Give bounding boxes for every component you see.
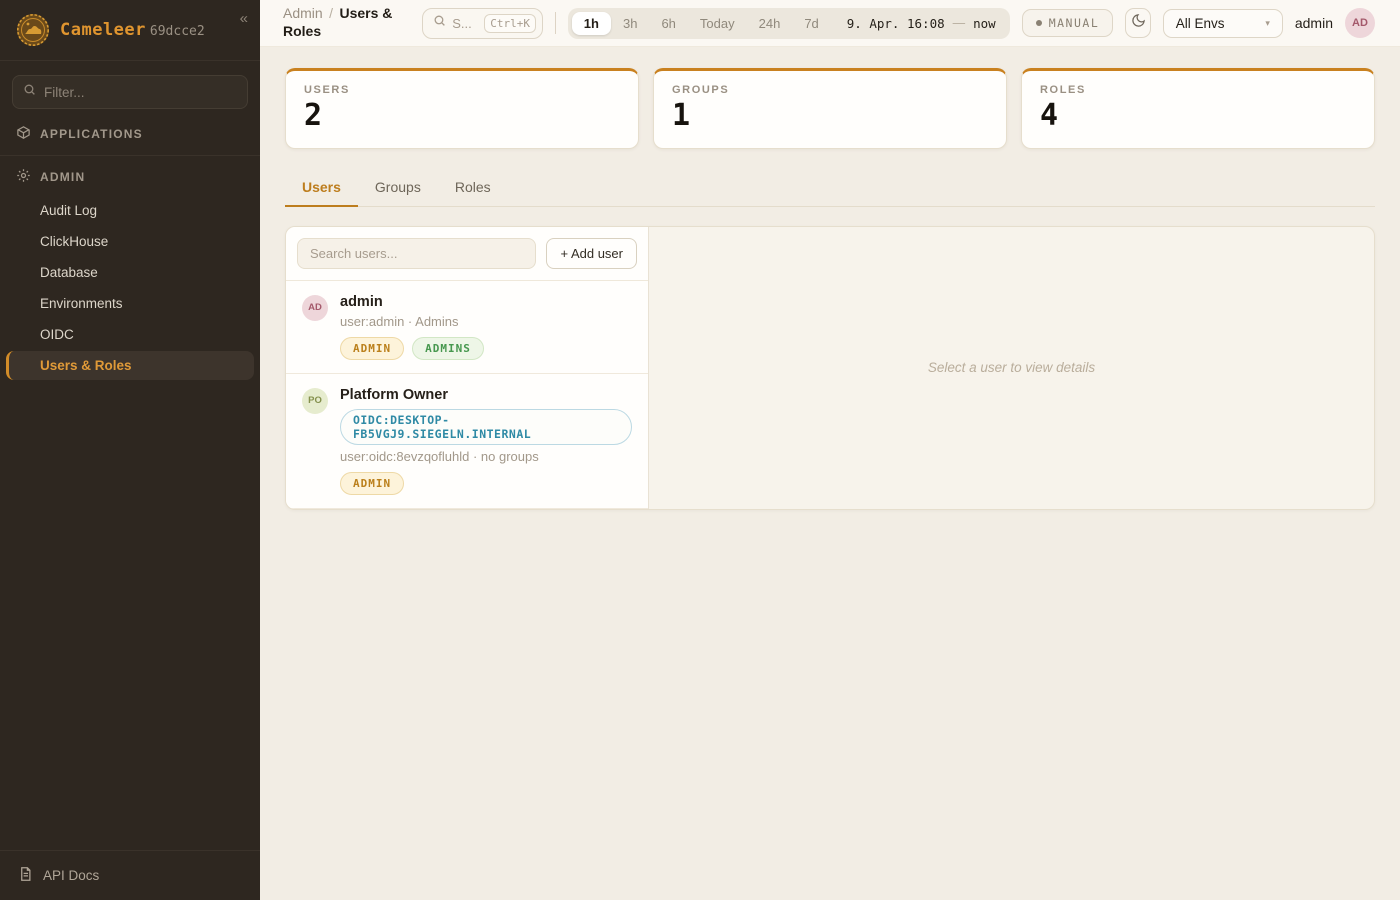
time-range-to[interactable]: now (973, 16, 996, 31)
time-range-control: 1h 3h 6h Today 24h 7d 9. Apr. 16:08 — no… (568, 8, 1010, 39)
tab-users[interactable]: Users (285, 170, 358, 207)
user-meta: user:admin · Admins (340, 314, 484, 329)
role-badge: ADMIN (340, 337, 404, 360)
sidebar-item-oidc[interactable]: OIDC (6, 320, 254, 349)
user-row-admin[interactable]: AD admin user:admin · Admins ADMIN ADMIN… (286, 281, 648, 374)
time-range-24h[interactable]: 24h (747, 12, 793, 35)
tab-roles[interactable]: Roles (438, 170, 508, 207)
environment-select[interactable]: All Envs ▾ (1163, 9, 1283, 38)
gear-icon (16, 168, 31, 186)
document-icon (18, 866, 33, 885)
refresh-mode-badge[interactable]: MANUAL (1022, 9, 1114, 37)
sidebar-item-environments[interactable]: Environments (6, 289, 254, 318)
user-name: Platform Owner (340, 387, 632, 403)
sidebar: Cameleer 69dcce2 « APPLICATIONS ADMIN Aud… (0, 0, 260, 900)
user-avatar: AD (302, 295, 328, 321)
tab-groups[interactable]: Groups (358, 170, 438, 207)
users-panel: + Add user AD admin user:admin · Admins … (285, 226, 1375, 510)
chevron-down-icon: ▾ (1265, 18, 1270, 29)
main-area: Admin / Users & Roles Ctrl+K 1h 3h 6h To… (260, 0, 1400, 900)
user-row-platform-owner[interactable]: PO Platform Owner OIDC:DESKTOP-FB5VGJ9.S… (286, 374, 648, 509)
user-row-body: Platform Owner OIDC:DESKTOP-FB5VGJ9.SIEG… (340, 387, 632, 495)
stats-row: USERS 2 GROUPS 1 ROLES 4 (285, 68, 1375, 149)
app-root: Cameleer 69dcce2 « APPLICATIONS ADMIN Aud… (0, 0, 1400, 900)
search-icon (23, 83, 36, 101)
time-range-separator: — (953, 16, 966, 30)
api-docs-label: API Docs (43, 868, 99, 883)
add-user-button[interactable]: + Add user (546, 238, 637, 269)
build-version: 69dcce2 (150, 24, 205, 39)
global-search[interactable]: Ctrl+K (422, 8, 543, 39)
sidebar-item-database[interactable]: Database (6, 258, 254, 287)
empty-state-text: Select a user to view details (928, 360, 1095, 375)
global-search-input[interactable] (452, 16, 478, 31)
stat-label: ROLES (1040, 84, 1356, 96)
refresh-mode-label: MANUAL (1049, 16, 1100, 30)
time-range-today[interactable]: Today (688, 12, 747, 35)
current-user-name: admin (1295, 15, 1333, 31)
stat-value: 4 (1040, 99, 1356, 134)
moon-icon (1131, 13, 1146, 33)
sidebar-item-clickhouse[interactable]: ClickHouse (6, 227, 254, 256)
user-list-toolbar: + Add user (286, 227, 648, 281)
sidebar-header: Cameleer 69dcce2 « (0, 0, 260, 61)
user-detail-panel: Select a user to view details (649, 227, 1374, 509)
time-range-7d[interactable]: 7d (792, 12, 830, 35)
theme-toggle-button[interactable] (1125, 8, 1151, 38)
stat-label: USERS (304, 84, 620, 96)
app-logo-icon (16, 13, 50, 47)
status-dot-icon (1036, 20, 1042, 26)
user-name: admin (340, 294, 484, 310)
sidebar-filter-input[interactable] (44, 85, 237, 100)
sidebar-footer-api-docs[interactable]: API Docs (0, 850, 260, 900)
breadcrumb: Admin / Users & Roles (283, 5, 410, 41)
time-range-1h[interactable]: 1h (572, 12, 611, 35)
sidebar-section-applications[interactable]: APPLICATIONS (0, 115, 260, 151)
sidebar-nav: Audit Log ClickHouse Database Environmen… (0, 194, 260, 382)
tab-bar: Users Groups Roles (285, 170, 1375, 207)
sidebar-section-label: ADMIN (40, 170, 85, 184)
page-content: USERS 2 GROUPS 1 ROLES 4 Users Groups Ro… (260, 47, 1400, 900)
time-range-from[interactable]: 9. Apr. 16:08 (847, 16, 945, 31)
sidebar-filter (12, 75, 248, 109)
user-row-body: admin user:admin · Admins ADMIN ADMINS (340, 294, 484, 360)
current-user-avatar[interactable]: AD (1345, 8, 1375, 38)
stat-card-groups: GROUPS 1 (653, 68, 1007, 149)
time-range-3h[interactable]: 3h (611, 12, 649, 35)
breadcrumb-separator: / (329, 5, 333, 21)
stat-value: 1 (672, 99, 988, 134)
user-badges: ADMIN ADMINS (340, 337, 484, 360)
sidebar-item-audit-log[interactable]: Audit Log (6, 196, 254, 225)
user-list-column: + Add user AD admin user:admin · Admins … (286, 227, 649, 509)
environment-select-value: All Envs (1176, 16, 1225, 31)
time-range-6h[interactable]: 6h (649, 12, 687, 35)
stat-card-roles: ROLES 4 (1021, 68, 1375, 149)
topbar-divider (555, 12, 556, 34)
topbar: Admin / Users & Roles Ctrl+K 1h 3h 6h To… (260, 0, 1400, 47)
user-badges: ADMIN (340, 472, 632, 495)
brand-name: Cameleer (60, 20, 146, 40)
sidebar-section-label: APPLICATIONS (40, 127, 143, 141)
role-badge: ADMIN (340, 472, 404, 495)
user-meta: user:oidc:8evzqofluhld · no groups (340, 449, 632, 464)
group-badge: ADMINS (412, 337, 484, 360)
search-icon (433, 14, 446, 32)
stat-label: GROUPS (672, 84, 988, 96)
sidebar-divider (0, 155, 260, 156)
breadcrumb-parent[interactable]: Admin (283, 5, 323, 21)
collapse-sidebar-icon[interactable]: « (240, 10, 248, 27)
user-search-input[interactable] (297, 238, 536, 269)
search-shortcut-kbd: Ctrl+K (484, 14, 536, 33)
sidebar-item-users-roles[interactable]: Users & Roles (6, 351, 254, 380)
stat-card-users: USERS 2 (285, 68, 639, 149)
user-avatar: PO (302, 388, 328, 414)
package-icon (16, 125, 31, 143)
stat-value: 2 (304, 99, 620, 134)
oidc-provider-chip: OIDC:DESKTOP-FB5VGJ9.SIEGELN.INTERNAL (340, 409, 632, 445)
sidebar-section-admin[interactable]: ADMIN (0, 158, 260, 194)
app-title: Cameleer 69dcce2 (60, 20, 205, 40)
